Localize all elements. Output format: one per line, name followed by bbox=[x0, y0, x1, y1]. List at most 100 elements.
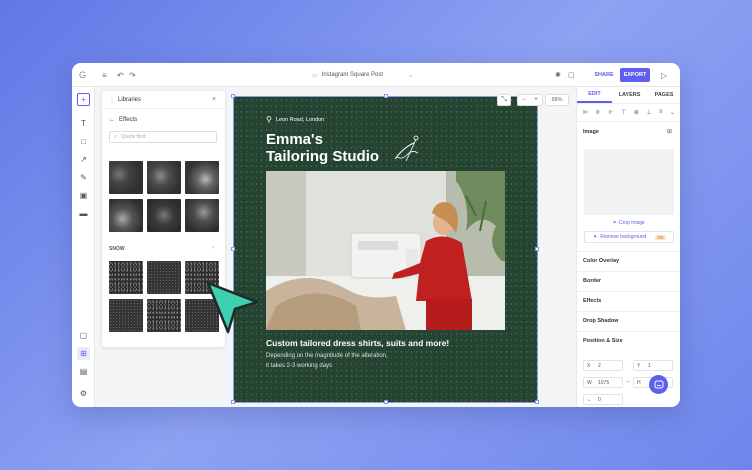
sun-icon[interactable]: ✺ bbox=[555, 63, 561, 87]
grid-icon[interactable]: ⊞ bbox=[667, 128, 672, 135]
export-button[interactable]: EXPORT bbox=[620, 68, 650, 82]
image-preview[interactable] bbox=[584, 149, 674, 215]
effect-thumb[interactable] bbox=[147, 199, 181, 232]
image-tool-icon[interactable]: ▣ bbox=[77, 189, 90, 202]
effect-thumb[interactable] bbox=[185, 199, 219, 232]
layout-tool-icon[interactable]: ▤ bbox=[77, 365, 90, 378]
divider bbox=[577, 291, 680, 292]
left-toolbar: + T □ ↗ ✎ ▣ ▬ ▢ ⊞ ▤ ⚙ bbox=[72, 87, 95, 407]
rotation-field[interactable]: ∟ 0 bbox=[583, 394, 623, 405]
tab-edit[interactable]: EDIT bbox=[577, 87, 612, 103]
close-icon[interactable]: × bbox=[212, 96, 216, 103]
section-effects[interactable]: Effects bbox=[583, 298, 601, 304]
resize-handle[interactable] bbox=[535, 400, 539, 404]
needle-thread-icon bbox=[394, 135, 419, 162]
document-title-label: Instagram Square Post bbox=[321, 72, 384, 78]
chevron-right-icon[interactable]: › bbox=[212, 245, 214, 251]
align-toolbar: ⊫ ⊪ ⊩ ⊤ ⊕ ⊥ ≡ ⌄ bbox=[583, 109, 675, 116]
align-bottom-icon[interactable]: ⊥ bbox=[646, 109, 651, 116]
comment-icon[interactable]: ▢ bbox=[568, 63, 575, 87]
x-field[interactable]: X 2 bbox=[583, 360, 623, 371]
text-tool-icon[interactable]: T bbox=[77, 117, 90, 130]
y-value: 1 bbox=[648, 362, 651, 369]
w-label: W bbox=[587, 379, 592, 386]
resize-handle[interactable] bbox=[231, 400, 235, 404]
location-text: Leon Road, London bbox=[275, 116, 325, 123]
chevron-down-icon[interactable]: ⌄ bbox=[408, 63, 413, 87]
section-border[interactable]: Border bbox=[583, 278, 601, 284]
align-middle-icon[interactable]: ⊕ bbox=[634, 109, 639, 116]
effect-thumb[interactable] bbox=[109, 161, 143, 194]
share-button[interactable]: SHARE bbox=[589, 68, 619, 82]
y-field[interactable]: Y 1 bbox=[633, 360, 673, 371]
effect-thumb[interactable] bbox=[109, 199, 143, 232]
snow-thumb[interactable] bbox=[147, 299, 181, 332]
resize-handle[interactable] bbox=[535, 247, 539, 251]
undo-icon[interactable]: ↶ bbox=[117, 63, 124, 87]
tailor-photo[interactable] bbox=[266, 171, 505, 330]
back-to-effects[interactable]: ← Effects bbox=[109, 117, 137, 123]
document-icon: ▭ bbox=[312, 72, 318, 79]
design-body[interactable]: Depending on the magnitude of the altera… bbox=[266, 351, 388, 371]
align-right-icon[interactable]: ⊩ bbox=[608, 109, 613, 116]
tab-layers[interactable]: LAYERS bbox=[612, 87, 647, 103]
design-headline[interactable]: Custom tailored dress shirts, suits and … bbox=[266, 338, 449, 348]
align-center-icon[interactable]: ⊪ bbox=[596, 109, 601, 116]
add-icon[interactable]: + bbox=[77, 93, 90, 106]
line-tool-icon[interactable]: ↗ bbox=[77, 153, 90, 166]
design-canvas[interactable]: ⚲ Leon Road, London Emma's Tailoring Stu… bbox=[234, 97, 537, 402]
zoom-out-icon[interactable]: − bbox=[522, 97, 526, 103]
more-tools-icon[interactable]: ▬ bbox=[77, 207, 90, 220]
snow-thumb[interactable] bbox=[109, 299, 143, 332]
body-line1: Depending on the magnitude of the altera… bbox=[266, 353, 388, 359]
effect-thumb[interactable] bbox=[147, 161, 181, 194]
canvas-selection[interactable]: ⚲ Leon Road, London Emma's Tailoring Stu… bbox=[231, 94, 539, 404]
tab-pages[interactable]: PAGES bbox=[647, 87, 680, 103]
frame-tool-icon[interactable]: ▢ bbox=[77, 329, 90, 342]
snow-thumb[interactable] bbox=[109, 261, 143, 294]
crop-image-button[interactable]: ⌗ Crop image bbox=[584, 218, 674, 228]
fit-screen-icon[interactable]: ⤡ bbox=[497, 94, 511, 106]
more-align-icon[interactable]: ⌄ bbox=[670, 109, 675, 116]
libraries-tool-icon[interactable]: ⊞ bbox=[77, 347, 90, 360]
zoom-in-icon[interactable]: + bbox=[534, 97, 538, 103]
resize-handle[interactable] bbox=[384, 400, 388, 404]
app-logo-icon[interactable]: G bbox=[79, 63, 86, 87]
play-icon[interactable]: ▷ bbox=[661, 63, 667, 87]
zoom-controls[interactable]: − + bbox=[517, 94, 543, 106]
snow-thumb[interactable] bbox=[147, 261, 181, 294]
align-left-icon[interactable]: ⊫ bbox=[583, 109, 588, 116]
document-title[interactable]: ▭ Instagram Square Post bbox=[312, 63, 383, 87]
top-bar: G ≡ ↶ ↷ ▭ Instagram Square Post ⌄ ✺ ▢ SH… bbox=[72, 63, 680, 87]
remove-background-button[interactable]: ✦ Remove background 5/6 bbox=[584, 231, 674, 243]
divider bbox=[577, 103, 680, 104]
pen-tool-icon[interactable]: ✎ bbox=[77, 171, 90, 184]
settings-icon[interactable]: ⚙ bbox=[77, 387, 90, 400]
link-ratio-icon[interactable]: ⇔ bbox=[625, 379, 631, 385]
divider bbox=[577, 311, 680, 312]
resize-handle[interactable] bbox=[231, 247, 235, 251]
redo-icon[interactable]: ↷ bbox=[129, 63, 136, 87]
shape-tool-icon[interactable]: □ bbox=[77, 135, 90, 148]
crop-icon: ⌗ bbox=[613, 220, 616, 226]
chat-support-button[interactable] bbox=[649, 375, 668, 394]
w-value: 1075 bbox=[598, 379, 610, 386]
title-line1: Emma's bbox=[266, 131, 323, 148]
design-title[interactable]: Emma's Tailoring Studio bbox=[266, 131, 379, 165]
search-input[interactable]: ⌕ Quick find bbox=[109, 131, 217, 143]
drag-handle-icon[interactable]: ⋮ bbox=[109, 97, 115, 104]
resize-handle[interactable] bbox=[384, 94, 388, 98]
resize-handle[interactable] bbox=[231, 94, 235, 98]
section-drop-shadow[interactable]: Drop Shadow bbox=[583, 318, 618, 324]
divider bbox=[577, 271, 680, 272]
effect-thumb[interactable] bbox=[185, 161, 219, 194]
search-icon: ⌕ bbox=[114, 133, 118, 140]
section-color-overlay[interactable]: Color Overlay bbox=[583, 258, 619, 264]
section-position-size[interactable]: Position & Size bbox=[583, 338, 623, 344]
zoom-level[interactable]: 68% bbox=[545, 94, 569, 106]
width-field[interactable]: W 1075 bbox=[583, 377, 623, 388]
rotation-label: ∟ bbox=[587, 396, 592, 403]
distribute-icon[interactable]: ≡ bbox=[659, 109, 663, 116]
align-top-icon[interactable]: ⊤ bbox=[621, 109, 626, 116]
menu-icon[interactable]: ≡ bbox=[102, 63, 107, 87]
